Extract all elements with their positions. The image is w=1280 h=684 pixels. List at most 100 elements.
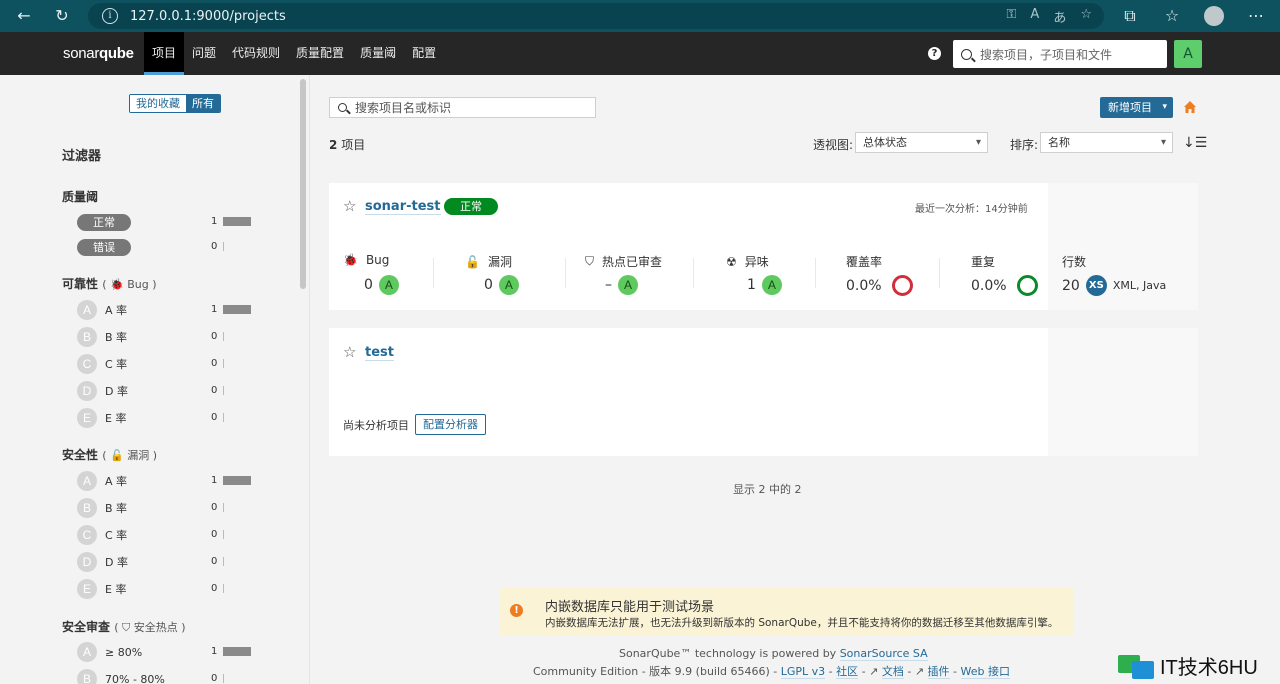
facet-bar bbox=[223, 530, 224, 539]
star-icon[interactable]: ☆ bbox=[343, 343, 356, 361]
rating-label: ≥ 80% bbox=[105, 645, 143, 659]
measure-number: – bbox=[605, 277, 612, 293]
coverage-ring-icon bbox=[891, 275, 913, 296]
read-aloud-icon[interactable]: A bbox=[1030, 7, 1039, 26]
project-search-input[interactable]: 搜索项目名或标识 bbox=[329, 97, 596, 118]
watermark-text: IT技术6HU bbox=[1160, 656, 1258, 679]
facet-bar bbox=[223, 413, 224, 422]
refresh-icon[interactable]: ↻ bbox=[50, 6, 74, 25]
filters-sidebar: 我的收藏 所有 过滤器 质量阈 正常 1 错误 0 可靠性 ( 🐞 Bug ) … bbox=[0, 75, 310, 684]
home-icon[interactable] bbox=[1183, 100, 1197, 114]
rating-grade-icon: B bbox=[77, 327, 97, 347]
facet-row-reliability-d[interactable]: DD 率 bbox=[77, 381, 257, 401]
nav-item-projects[interactable]: 项目 bbox=[144, 32, 185, 75]
user-avatar[interactable]: A bbox=[1174, 40, 1202, 68]
rating-label: A 率 bbox=[105, 304, 128, 317]
measure-hotspot-value[interactable]: – A bbox=[605, 275, 638, 295]
bug-icon: 🐞 bbox=[110, 278, 124, 291]
nav-item-issues[interactable]: 问题 bbox=[184, 32, 224, 75]
sidebar-scrollbar[interactable] bbox=[300, 79, 306, 289]
facet-count: 0 bbox=[211, 502, 218, 513]
key-icon[interactable]: ⚿ bbox=[1007, 7, 1017, 26]
project-name-link[interactable]: sonar-test bbox=[365, 199, 441, 215]
sonarsource-link[interactable]: SonarSource SA bbox=[839, 647, 928, 661]
global-search-input[interactable]: 搜索项目，子项目和文件 bbox=[953, 40, 1167, 68]
facet-row-security-b[interactable]: BB 率 bbox=[77, 498, 257, 518]
new-project-button[interactable]: 新增项目 bbox=[1100, 97, 1173, 118]
nav-item-rules[interactable]: 代码规则 bbox=[224, 32, 288, 75]
rating-label: C 率 bbox=[105, 358, 128, 371]
facet-row-reliability-b[interactable]: BB 率 bbox=[77, 327, 257, 347]
facet-count: 0 bbox=[211, 385, 218, 396]
community-link[interactable]: 社区 bbox=[836, 665, 859, 679]
watermark: IT技术6HU bbox=[1118, 648, 1258, 682]
perspective-label: 透视图: bbox=[813, 138, 854, 152]
star-icon[interactable]: ☆ bbox=[343, 197, 356, 215]
measure-lines-value[interactable]: 20 XS XML, Java bbox=[1062, 275, 1166, 296]
facet-subtitle: 安全热点 bbox=[133, 621, 178, 634]
facet-title-text: 安全审查 bbox=[62, 620, 111, 634]
translate-icon[interactable]: あ bbox=[1053, 7, 1066, 26]
sort-direction-icon[interactable]: ↓☰ bbox=[1183, 135, 1207, 151]
nav-item-administration[interactable]: 配置 bbox=[404, 32, 444, 75]
profile-avatar[interactable] bbox=[1204, 6, 1224, 26]
measure-label-text: 覆盖率 bbox=[846, 255, 883, 269]
facet-count: 0 bbox=[211, 556, 218, 567]
favorites-all-button[interactable]: 所有 bbox=[186, 95, 220, 112]
rating-badge: A bbox=[618, 275, 638, 295]
lgpl-link[interactable]: LGPL v3 bbox=[780, 665, 826, 679]
facet-row-security-d[interactable]: DD 率 bbox=[77, 552, 257, 572]
facet-count: 1 bbox=[211, 475, 218, 486]
facet-row-reliability-e[interactable]: EE 率 bbox=[77, 408, 257, 428]
favorite-star-icon[interactable]: ☆ bbox=[1080, 7, 1092, 26]
url-text: 127.0.0.1:9000/projects bbox=[130, 8, 286, 24]
back-arrow-icon[interactable]: ← bbox=[12, 6, 36, 25]
footer-powered-text: SonarQube™ technology is powered by bbox=[619, 647, 840, 660]
measure-hotspot-label: ⛉ 热点已审查 bbox=[585, 253, 662, 270]
help-icon[interactable]: ? bbox=[928, 47, 941, 60]
facet-bar bbox=[223, 557, 224, 566]
configure-analysis-button[interactable]: 配置分析器 bbox=[415, 414, 486, 435]
facet-row-security-e[interactable]: EE 率 bbox=[77, 579, 257, 599]
measure-number: 0 bbox=[364, 277, 373, 293]
plugins-link[interactable]: 插件 bbox=[927, 665, 950, 679]
more-menu-icon[interactable]: ⋯ bbox=[1244, 6, 1268, 25]
facet-title-text: 质量阈 bbox=[62, 190, 99, 204]
status-pill-error: 错误 bbox=[77, 238, 131, 256]
measure-coverage-value[interactable]: 0.0% bbox=[846, 275, 913, 296]
measure-divider bbox=[433, 258, 434, 288]
extensions-icon[interactable]: ⧉ bbox=[1118, 6, 1142, 26]
sonarqube-logo[interactable]: sonarqube bbox=[63, 45, 134, 62]
favorites-mine-button[interactable]: 我的收藏 bbox=[130, 95, 186, 112]
rating-grade-icon: B bbox=[77, 498, 97, 518]
footer-powered: SonarQube™ technology is powered by Sona… bbox=[619, 647, 928, 661]
measure-vuln-value[interactable]: 0A bbox=[484, 275, 519, 295]
facet-row-security-c[interactable]: CC 率 bbox=[77, 525, 257, 545]
rating-label: B 率 bbox=[105, 502, 128, 515]
perspective-select[interactable]: 总体状态 bbox=[855, 132, 988, 153]
facet-row-reliability-c[interactable]: CC 率 bbox=[77, 354, 257, 374]
nav-item-quality-profiles[interactable]: 质量配置 bbox=[288, 32, 352, 75]
measure-number: 0.0% bbox=[971, 277, 1007, 294]
project-count-unit: 项目 bbox=[341, 138, 366, 152]
rating-grade-icon: C bbox=[77, 354, 97, 374]
measure-smell-value[interactable]: 1A bbox=[747, 275, 782, 295]
site-info-icon[interactable]: i bbox=[102, 8, 118, 24]
facet-row-qg-error[interactable]: 错误 bbox=[77, 237, 257, 257]
facet-row-review-b[interactable]: B 70% - 80% bbox=[77, 669, 257, 684]
project-card: ☆ sonar-test 正常 最近一次分析：14分钟前 🐞 Bug 0A 🔓 漏洞… bbox=[329, 183, 1198, 310]
nav-item-quality-gates[interactable]: 质量阈 bbox=[352, 32, 404, 75]
web-api-link[interactable]: Web 接口 bbox=[960, 665, 1010, 679]
measure-dup-value[interactable]: 0.0% bbox=[971, 275, 1038, 296]
facet-bar bbox=[223, 584, 224, 593]
last-analysis-text: 最近一次分析：14分钟前 bbox=[915, 204, 1028, 215]
warning-text: 内嵌数据库无法扩展，也无法升级到新版本的 SonarQube，并且不能支持将你的… bbox=[545, 617, 1059, 629]
rating-grade-icon: D bbox=[77, 381, 97, 401]
docs-link[interactable]: 文档 bbox=[881, 665, 904, 679]
address-bar[interactable]: i 127.0.0.1:9000/projects ⚿ A あ ☆ bbox=[88, 3, 1104, 29]
measure-bug-value[interactable]: 0A bbox=[364, 275, 399, 295]
favorites-icon[interactable]: ☆ bbox=[1160, 6, 1184, 25]
project-name-link[interactable]: test bbox=[365, 345, 394, 361]
rating-label: B 率 bbox=[105, 331, 128, 344]
sort-select[interactable]: 名称 bbox=[1040, 132, 1173, 153]
